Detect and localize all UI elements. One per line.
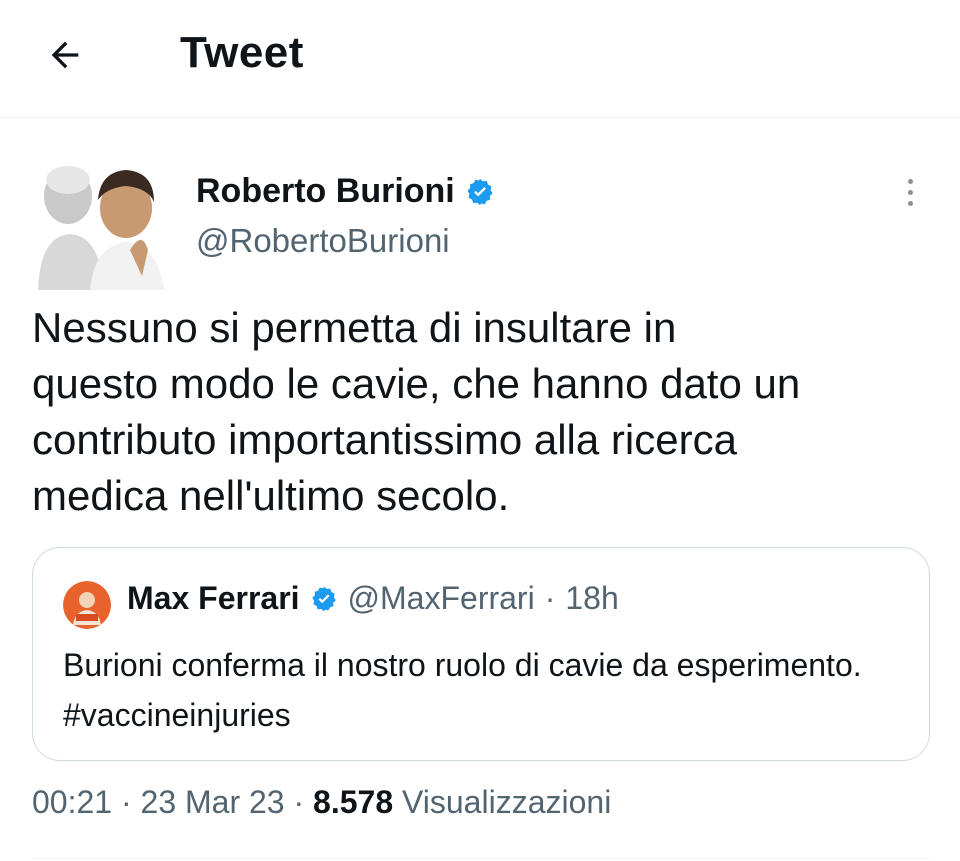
quoted-author-avatar[interactable] <box>63 581 111 629</box>
quoted-author-handle[interactable]: @MaxFerrari <box>348 580 535 617</box>
separator-dot: · <box>293 784 305 820</box>
more-dot <box>907 200 913 206</box>
separator-dot: · <box>544 580 556 616</box>
more-options-button[interactable] <box>896 172 924 212</box>
top-bar: Tweet <box>0 0 960 118</box>
quoted-tweet-time[interactable]: 18h <box>565 580 618 617</box>
avatar-photo <box>30 150 170 290</box>
quoted-avatar-photo <box>63 581 111 629</box>
tweet-date[interactable]: 23 Mar 23 <box>141 784 285 820</box>
divider <box>32 858 930 859</box>
page-title: Tweet <box>180 28 304 77</box>
quoted-tweet-text: Burioni conferma il nostro ruolo di cavi… <box>63 647 862 733</box>
arrow-left-icon <box>51 41 79 69</box>
verified-badge-icon <box>310 585 338 613</box>
more-vertical-icon <box>907 178 913 184</box>
quoted-author-name[interactable]: Max Ferrari <box>127 580 300 617</box>
separator-dot: · <box>120 784 132 820</box>
views-label[interactable]: Visualizzazioni <box>402 784 611 820</box>
tweet-time[interactable]: 00:21 <box>32 784 112 820</box>
author-handle[interactable]: @RobertoBurioni <box>196 222 450 260</box>
verified-badge-icon <box>465 177 495 207</box>
back-button[interactable] <box>40 30 90 80</box>
quoted-tweet-header: Max Ferrari @MaxFerrari · 18h <box>127 580 619 617</box>
tweet-text: Nessuno si permetta di insultare in ques… <box>32 304 801 519</box>
tweet-meta: 00:21 · 23 Mar 23 · 8.578 Visualizzazion… <box>32 784 611 821</box>
views-count[interactable]: 8.578 <box>313 784 393 820</box>
author-name-row[interactable]: Roberto Burioni <box>196 172 495 211</box>
author-avatar[interactable] <box>30 150 170 290</box>
author-name[interactable]: Roberto Burioni <box>196 172 455 211</box>
quoted-tweet-card[interactable]: Max Ferrari @MaxFerrari · 18h Burioni co… <box>32 547 930 761</box>
more-dot <box>907 189 913 195</box>
